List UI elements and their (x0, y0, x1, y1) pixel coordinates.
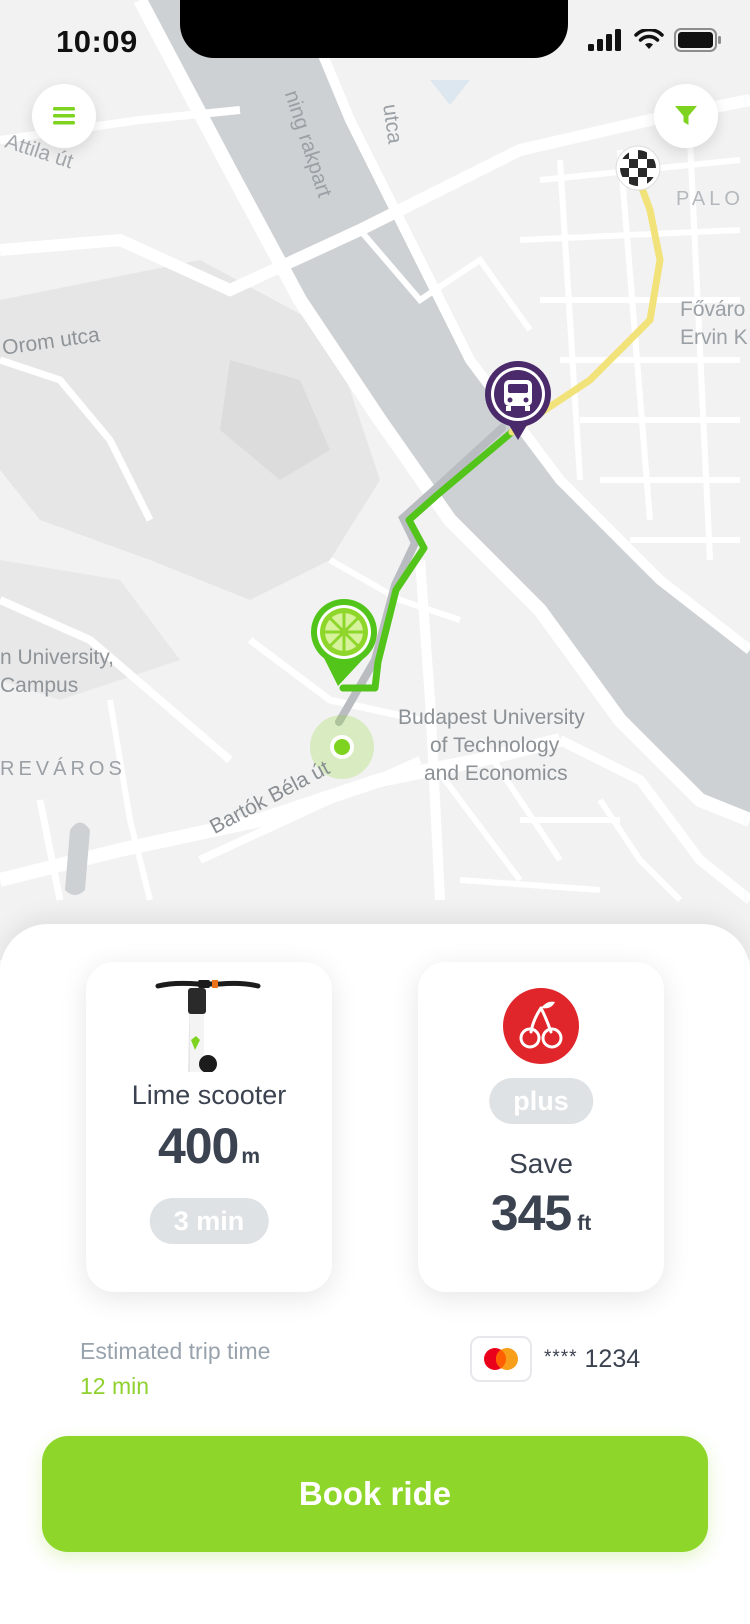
save-unit: ft (577, 1212, 592, 1235)
scooter-card[interactable]: Lime scooter 400 m 3 min (86, 962, 332, 1292)
checkered-flag-icon (615, 145, 661, 191)
distance-unit: m (241, 1145, 261, 1168)
mastercard-logo (484, 1348, 518, 1370)
battery-icon (674, 28, 721, 52)
bus-icon (485, 361, 551, 440)
map-poi-label: Ervin K (680, 326, 748, 349)
plus-card[interactable]: plus Save 345 ft (418, 962, 664, 1292)
save-value: 345 (490, 1185, 572, 1241)
status-bar: 10:09 (0, 0, 750, 90)
ride-options-sheet: Lime scooter 400 m 3 min plus Save 345 ft … (0, 924, 750, 1624)
device-notch (180, 0, 568, 58)
distance-value: 400 (157, 1118, 239, 1174)
menu-button[interactable] (32, 84, 96, 148)
card-last4: 1234 (584, 1344, 641, 1373)
map-poi-label: Főváro (680, 298, 746, 321)
map-poi-label: n University, (0, 646, 114, 669)
map[interactable]: Attila út ning rakpart utca Orom utca Ba… (0, 0, 750, 960)
status-icons (588, 28, 722, 52)
save-label: Save (509, 1148, 573, 1179)
card-mask: **** (544, 1346, 578, 1368)
map-poi-label: Budapest University (398, 706, 585, 729)
walk-time-badge: 3 min (149, 1198, 269, 1244)
map-district-label: REVÁROS (0, 758, 126, 780)
vehicle-name: Lime scooter (131, 1080, 287, 1110)
status-time: 10:09 (56, 24, 138, 59)
book-ride-button[interactable]: Book ride (42, 1436, 708, 1552)
payment-method[interactable]: **** 1234 (470, 1336, 640, 1382)
save-amount: 345 ft (418, 1184, 664, 1242)
trip-time-label: Estimated trip time (80, 1338, 271, 1364)
vehicle-distance: 400 m (86, 1117, 332, 1175)
filter-button[interactable] (654, 84, 718, 148)
cherry-icon (503, 988, 579, 1064)
lime-icon (311, 599, 377, 686)
trip-time-value: 12 min (80, 1373, 150, 1399)
plus-badge: plus (489, 1078, 593, 1124)
mastercard-icon (470, 1336, 532, 1382)
cellular-signal-icon (588, 29, 621, 51)
filter-icon (675, 106, 697, 125)
map-poi-label: of Technology (430, 734, 560, 757)
scooter-image (155, 980, 261, 1072)
map-poi-label: Campus (0, 674, 79, 697)
map-poi-label: and Economics (424, 762, 568, 785)
map-district-label: PALO (676, 188, 744, 210)
card-number: **** 1234 (544, 1345, 640, 1374)
menu-icon (53, 107, 75, 125)
wifi-icon (634, 29, 664, 49)
